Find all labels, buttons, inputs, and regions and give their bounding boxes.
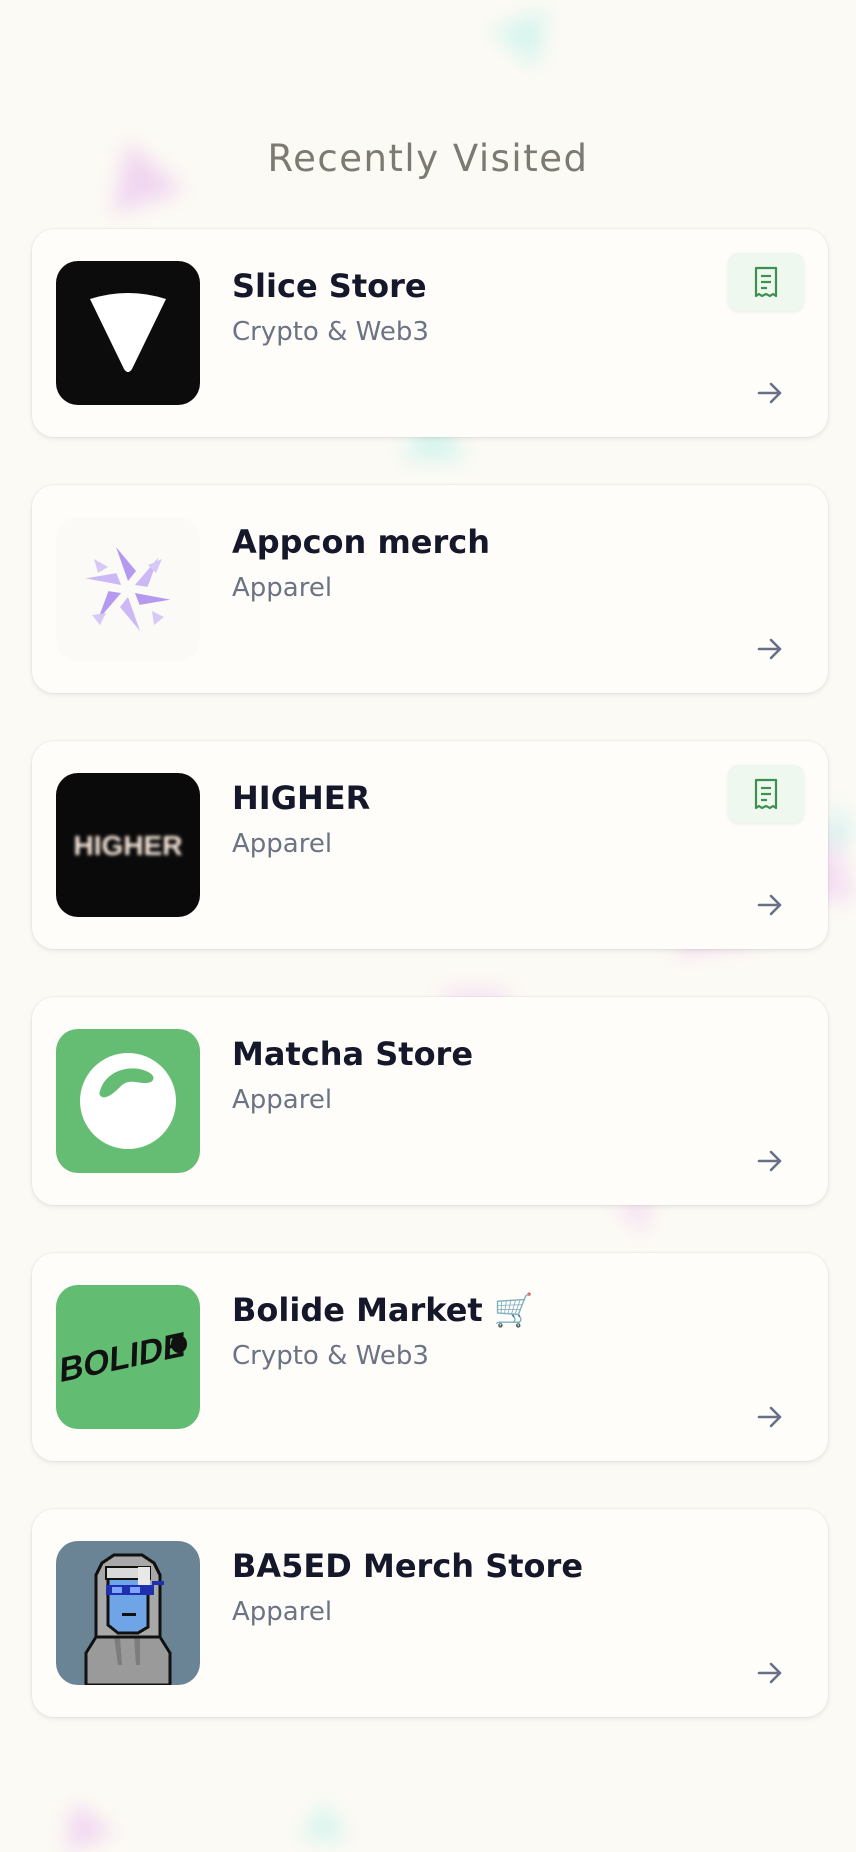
bolide-logo: BOLIDE [56,1285,200,1429]
store-name: Slice Store [232,267,427,305]
store-category: Apparel [232,573,333,603]
arrow-right-icon[interactable] [756,1403,784,1431]
background-shape [50,1792,114,1852]
store-name: Matcha Store [232,1035,474,1073]
higher-logo: HIGHER [56,773,200,917]
store-category: Apparel [232,1597,333,1627]
receipt-icon [754,778,778,810]
slice-logo [56,261,200,405]
store-name: Bolide Market 🛒 [232,1291,534,1329]
arrow-right-icon[interactable] [756,379,784,407]
ba5ed-avatar-logo [56,1541,200,1685]
store-card-bolide-market[interactable]: BOLIDE Bolide Market 🛒 Crypto & Web3 [32,1253,828,1461]
store-category: Apparel [232,829,333,859]
store-card-higher[interactable]: HIGHER HIGHER Apparel [32,741,828,949]
receipt-button[interactable] [728,765,804,823]
store-card-slice-store[interactable]: Slice Store Crypto & Web3 [32,229,828,437]
store-name: HIGHER [232,779,371,817]
store-category: Crypto & Web3 [232,317,429,347]
page-title: Recently Visited [267,136,589,180]
svg-text:HIGHER: HIGHER [74,830,183,861]
store-name: BA5ED Merch Store [232,1547,584,1585]
arrow-right-icon[interactable] [756,1147,784,1175]
receipt-button[interactable] [728,253,804,311]
store-card-ba5ed-merch-store[interactable]: BA5ED Merch Store Apparel [32,1509,828,1717]
background-shape [490,9,566,79]
receipt-icon [754,266,778,298]
arrow-right-icon[interactable] [756,635,784,663]
store-name: Appcon merch [232,523,491,561]
arrow-right-icon[interactable] [756,1659,784,1687]
store-category: Crypto & Web3 [232,1341,429,1371]
arrow-right-icon[interactable] [756,891,784,919]
matcha-logo [56,1029,200,1173]
store-card-matcha-store[interactable]: Matcha Store Apparel [32,997,828,1205]
store-list: Slice Store Crypto & Web3 Appcon merch A… [32,229,828,1765]
appcon-logo [56,517,200,661]
store-category: Apparel [232,1085,333,1115]
store-card-appcon-merch[interactable]: Appcon merch Apparel [32,485,828,693]
background-shape [300,1800,348,1840]
